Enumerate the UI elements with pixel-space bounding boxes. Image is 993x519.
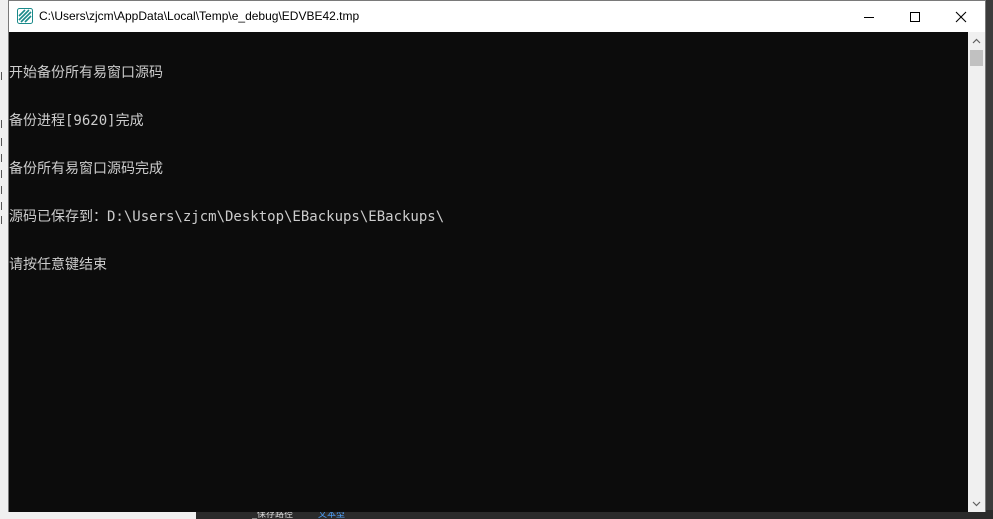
vertical-scrollbar[interactable] [968, 32, 985, 512]
console-line: 备份进程[9620]完成 [9, 113, 144, 129]
background-marker [1, 120, 8, 128]
title-bar[interactable]: C:\Users\zjcm\AppData\Local\Temp\e_debug… [9, 1, 985, 32]
background-marker [1, 186, 8, 194]
close-icon [955, 11, 967, 22]
scrollbar-thumb[interactable] [970, 50, 983, 66]
background-marker [1, 216, 8, 224]
minimize-button[interactable] [846, 1, 892, 32]
chevron-up-icon [972, 38, 981, 43]
console-line: 请按任意键结束 [9, 257, 107, 273]
background-marker [1, 154, 8, 162]
background-marker [1, 72, 8, 80]
scroll-up-button[interactable] [968, 32, 985, 49]
maximize-button[interactable] [892, 1, 938, 32]
console-line: 备份所有易窗口源码完成 [9, 161, 163, 177]
maximize-icon [910, 11, 920, 22]
console-output-area[interactable]: 开始备份所有易窗口源码 备份进程[9620]完成 备份所有易窗口源码完成 源码已… [9, 32, 968, 512]
console-line: 源码已保存到：D:\Users\zjcm\Desktop\EBackups\EB… [9, 209, 445, 225]
close-button[interactable] [938, 1, 984, 32]
console-window: C:\Users\zjcm\AppData\Local\Temp\e_debug… [8, 0, 986, 512]
background-marker [1, 170, 8, 178]
window-title: C:\Users\zjcm\AppData\Local\Temp\e_debug… [39, 9, 360, 23]
scroll-down-button[interactable] [968, 495, 985, 512]
console-app-icon [17, 8, 33, 24]
console-lines: 开始备份所有易窗口源码 备份进程[9620]完成 备份所有易窗口源码完成 源码已… [9, 33, 444, 305]
minimize-icon [864, 16, 874, 18]
console-line: 开始备份所有易窗口源码 [9, 65, 163, 81]
background-marker [1, 202, 8, 210]
background-app-edge [0, 0, 8, 519]
background-marker [1, 138, 8, 146]
chevron-down-icon [972, 501, 981, 506]
